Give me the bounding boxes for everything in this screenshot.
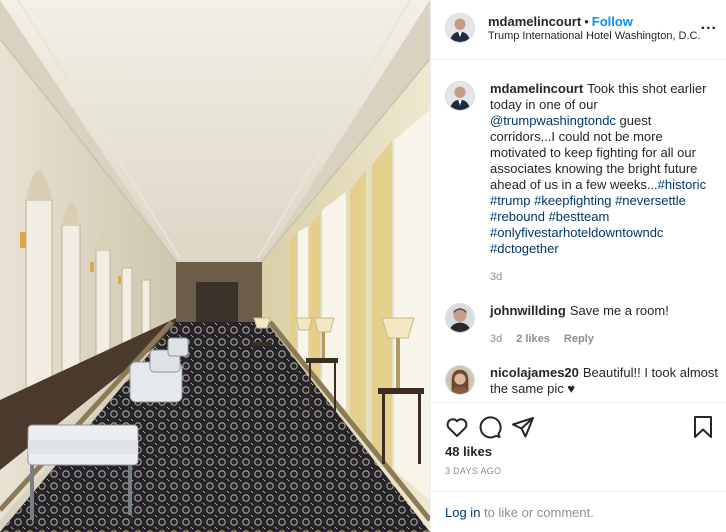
separator-dot: • xyxy=(584,14,589,29)
profile-photo-icon xyxy=(446,366,474,394)
post-actions: 48 likes 3 DAYS AGO Log in to like or co… xyxy=(431,402,726,532)
hashtag[interactable]: #trump xyxy=(490,193,530,208)
instagram-post-modal: mdamelincourt • Follow Trump International… xyxy=(0,0,726,532)
login-to-comment-row: Log in to like or comment. xyxy=(431,491,726,532)
caption-text: mdamelincourt Took this shot earlier toda… xyxy=(490,81,718,257)
paper-plane-icon[interactable] xyxy=(511,415,535,439)
commenter-avatar[interactable] xyxy=(445,365,475,395)
follow-button[interactable]: Follow xyxy=(592,14,633,29)
comment-icon[interactable] xyxy=(478,415,502,439)
comment-meta: 3d 2 likes Reply xyxy=(490,333,608,345)
login-link[interactable]: Log in xyxy=(445,505,480,520)
hashtag[interactable]: #dctogether xyxy=(490,241,559,256)
post-timestamp[interactable]: 3 DAYS AGO xyxy=(445,466,501,476)
hotel-corridor-image xyxy=(0,0,430,532)
reply-button[interactable]: Reply xyxy=(564,333,594,345)
comment-likes[interactable]: 2 likes xyxy=(516,333,550,345)
comment-username[interactable]: johnwillding xyxy=(490,303,566,318)
profile-photo-icon xyxy=(446,14,474,42)
location-link[interactable]: Trump International Hotel Washington, D.… xyxy=(488,30,701,42)
bookmark-icon[interactable] xyxy=(691,415,715,439)
hashtag[interactable]: #neversettle xyxy=(615,193,686,208)
post-header: mdamelincourt • Follow Trump International… xyxy=(431,0,726,60)
hashtag[interactable]: #keepfighting xyxy=(534,193,611,208)
comment-age[interactable]: 3d xyxy=(490,333,502,345)
comment-body: Save me a room! xyxy=(569,303,669,318)
caption-age[interactable]: 3d xyxy=(490,271,502,283)
more-options-icon[interactable]: ... xyxy=(701,16,717,34)
hashtag[interactable]: #onlyfivestarhoteldowntowndc xyxy=(490,225,663,240)
profile-photo-icon xyxy=(446,304,474,332)
hashtag[interactable]: #rebound xyxy=(490,209,545,224)
commenter-avatar[interactable] xyxy=(445,303,475,333)
author-username[interactable]: mdamelincourt xyxy=(488,14,581,29)
post-photo[interactable] xyxy=(0,0,430,532)
caption-meta: 3d xyxy=(490,271,516,283)
comments-list[interactable]: mdamelincourt Took this shot earlier toda… xyxy=(431,61,726,402)
likes-count[interactable]: 48 likes xyxy=(445,444,492,459)
header-username-row: mdamelincourt • Follow xyxy=(488,14,633,29)
post-details-panel: mdamelincourt • Follow Trump International… xyxy=(430,0,726,532)
caption-mention[interactable]: @trumpwashingtondc xyxy=(490,113,616,128)
heart-icon[interactable] xyxy=(445,415,469,439)
login-suffix-text: to like or comment. xyxy=(480,505,594,520)
caption-author-avatar[interactable] xyxy=(445,81,475,111)
profile-photo-icon xyxy=(446,82,474,110)
author-avatar[interactable] xyxy=(445,13,475,43)
caption-username[interactable]: mdamelincourt xyxy=(490,81,583,96)
hashtag[interactable]: #bestteam xyxy=(549,209,610,224)
comment-text: nicolajames20 Beautiful!! I took almost t… xyxy=(490,365,718,397)
comment-text: johnwillding Save me a room! xyxy=(490,303,718,319)
hashtag[interactable]: #historic xyxy=(658,177,706,192)
comment-username[interactable]: nicolajames20 xyxy=(490,365,579,380)
